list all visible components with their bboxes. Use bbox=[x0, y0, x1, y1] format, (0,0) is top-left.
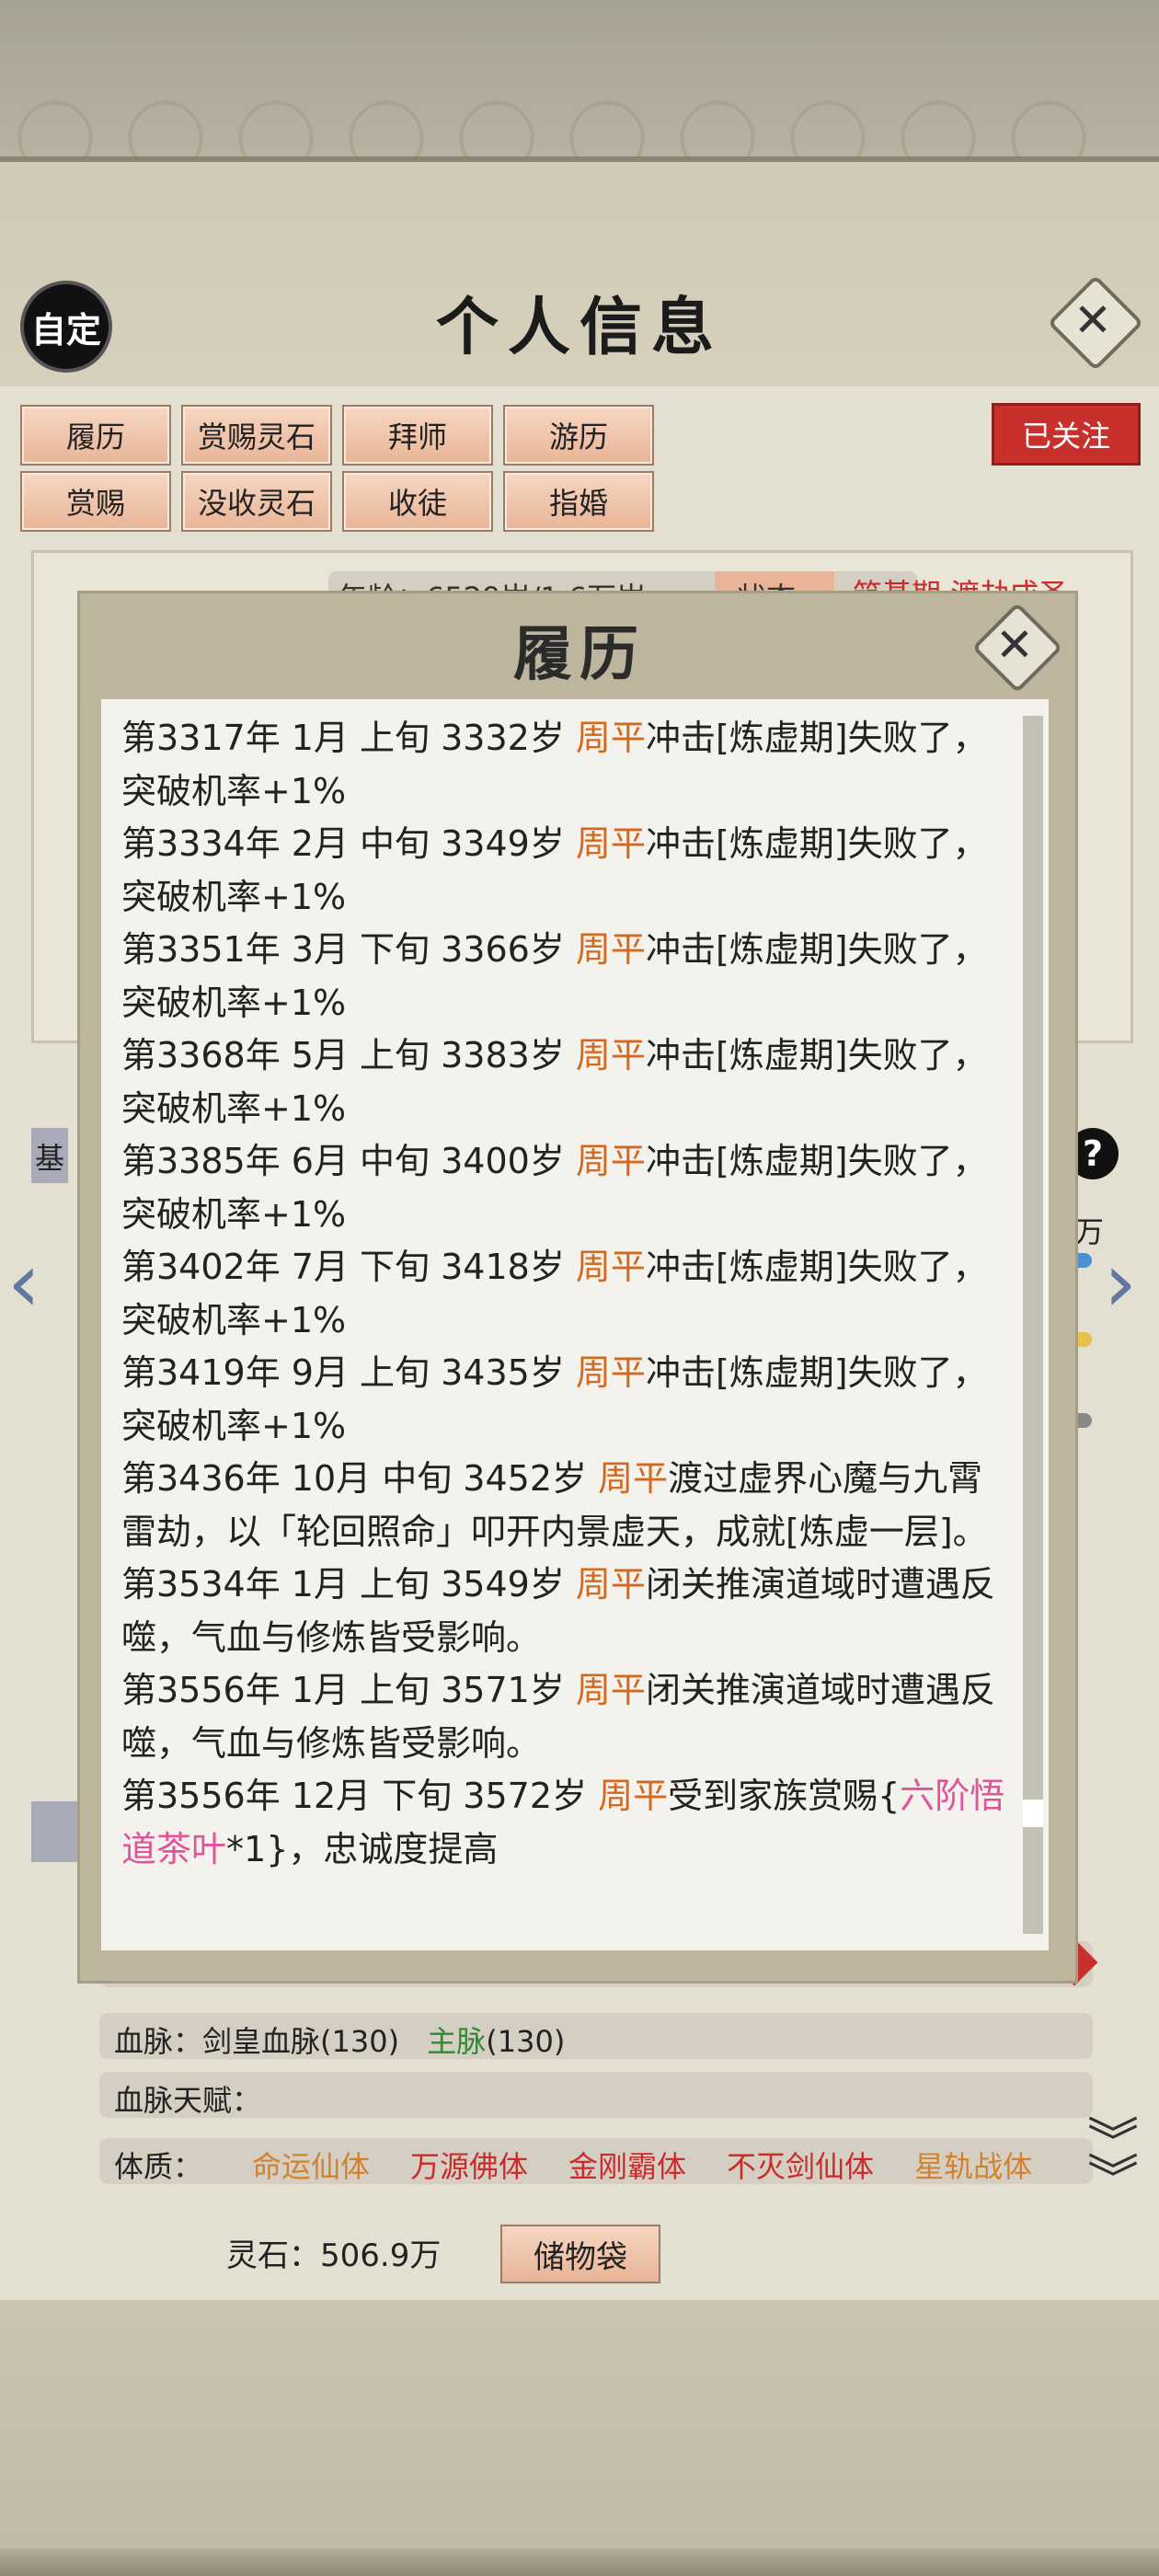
physique-row: 体质： 命运仙体 万源佛体 金刚霸体 不灭剑仙体 星轨战体 bbox=[99, 2138, 1093, 2184]
log-character-name: 周平 bbox=[575, 1141, 646, 1181]
page-title: 个人信息 bbox=[435, 291, 723, 364]
modal-title: 履历 bbox=[513, 620, 646, 689]
tab-history[interactable]: 履历 bbox=[20, 405, 171, 466]
log-entry: 第3334年 2月 中旬 3349岁 周平冲击[炼虚期]失败了，突破机率+1% bbox=[121, 818, 1014, 924]
tab-reward-stones[interactable]: 赏赐灵石 bbox=[181, 405, 332, 466]
tab-apprentice-master[interactable]: 拜师 bbox=[342, 405, 493, 466]
scrollbar-thumb[interactable] bbox=[1023, 1800, 1043, 1827]
log-character-name: 周平 bbox=[575, 929, 646, 970]
close-icon: ✕ bbox=[1073, 293, 1112, 347]
log-character-name: 周平 bbox=[575, 1035, 646, 1075]
log-character-name: 周平 bbox=[575, 1352, 646, 1393]
spirit-stone-amount: 灵石：506.9万 bbox=[226, 2237, 442, 2274]
modal-close-button[interactable]: ✕ bbox=[971, 602, 1063, 694]
tab-travel[interactable]: 游历 bbox=[503, 405, 654, 466]
physique-label: 体质： bbox=[114, 2149, 203, 2184]
physique-item[interactable]: 不灭剑仙体 bbox=[727, 2149, 874, 2184]
log-entry: 第3351年 3月 下旬 3366岁 周平冲击[炼虚期]失败了，突破机率+1% bbox=[121, 924, 1014, 1029]
log-character-name: 周平 bbox=[575, 718, 646, 758]
log-character-name: 周平 bbox=[575, 823, 646, 864]
log-date: 第3419年 9月 上旬 3435岁 bbox=[121, 1352, 576, 1393]
tab-take-disciple[interactable]: 收徒 bbox=[342, 471, 493, 532]
basic-tab-partial[interactable]: 基 bbox=[31, 1128, 68, 1183]
bloodline-label: 血脉：剑皇血脉(130) 主脉(130) bbox=[114, 2024, 566, 2059]
modal-close-icon: ✕ bbox=[995, 618, 1034, 672]
log-entry: 第3419年 9月 上旬 3435岁 周平冲击[炼虚期]失败了，突破机率+1% bbox=[121, 1347, 1014, 1453]
bottom-area bbox=[0, 2300, 1159, 2576]
log-list: 第3317年 1月 上旬 3332岁 周平冲击[炼虚期]失败了，突破机率+1% 第… bbox=[121, 712, 1014, 1876]
bloodline-talent-label: 血脉天赋： bbox=[114, 2083, 262, 2118]
log-entry: 第3317年 1月 上旬 3332岁 周平冲击[炼虚期]失败了，突破机率+1% bbox=[121, 712, 1014, 818]
tab-confiscate-stones[interactable]: 没收灵石 bbox=[181, 471, 332, 532]
wan-text: 万 bbox=[1074, 1214, 1105, 1249]
physique-item[interactable]: 万源佛体 bbox=[410, 2149, 528, 2184]
log-entry: 第3556年 12月 下旬 3572岁 周平受到家族赏赐{六阶悟道茶叶*1}，忠… bbox=[121, 1770, 1014, 1876]
log-character-name: 周平 bbox=[575, 1564, 646, 1604]
custom-button[interactable]: 自定 bbox=[20, 281, 112, 373]
tab-arrange-marriage[interactable]: 指婚 bbox=[503, 471, 654, 532]
log-entry: 第3556年 1月 上旬 3571岁 周平闭关推演道域时遭遇反噬，气血与修炼皆受… bbox=[121, 1664, 1014, 1770]
physique-item[interactable]: 命运仙体 bbox=[252, 2149, 370, 2184]
bloodline-row: 血脉：剑皇血脉(130) 主脉(130) bbox=[99, 2013, 1093, 2059]
log-date: 第3402年 7月 下旬 3418岁 bbox=[121, 1247, 576, 1287]
prev-arrow-icon[interactable]: ‹ bbox=[7, 1242, 53, 1325]
close-button[interactable]: ✕ bbox=[1047, 274, 1144, 372]
log-date: 第3534年 1月 上旬 3549岁 bbox=[121, 1564, 576, 1604]
history-log[interactable]: 第3317年 1月 上旬 3332岁 周平冲击[炼虚期]失败了，突破机率+1% 第… bbox=[101, 699, 1049, 1950]
physique-item[interactable]: 金刚霸体 bbox=[568, 2149, 686, 2184]
physique-list: 命运仙体 万源佛体 金刚霸体 不灭剑仙体 星轨战体 bbox=[252, 2144, 1073, 2184]
log-character-name: 周平 bbox=[598, 1776, 669, 1816]
log-character-name: 周平 bbox=[598, 1458, 669, 1499]
log-date: 第3334年 2月 中旬 3349岁 bbox=[121, 823, 576, 864]
log-date: 第3368年 5月 上旬 3383岁 bbox=[121, 1035, 576, 1075]
log-character-name: 周平 bbox=[575, 1247, 646, 1287]
next-arrow-icon[interactable]: › bbox=[1104, 1242, 1150, 1325]
physique-item[interactable]: 星轨战体 bbox=[914, 2149, 1032, 2184]
follow-button[interactable]: 已关注 bbox=[992, 403, 1141, 466]
log-date: 第3436年 10月 中旬 3452岁 bbox=[121, 1458, 599, 1499]
log-date: 第3317年 1月 上旬 3332岁 bbox=[121, 718, 576, 758]
log-entry: 第3436年 10月 中旬 3452岁 周平渡过虚界心魔与九霄雷劫，以「轮回照命… bbox=[121, 1453, 1014, 1558]
storage-bag-button[interactable]: 储物袋 bbox=[500, 2225, 660, 2283]
log-entry: 第3368年 5月 上旬 3383岁 周平冲击[炼虚期]失败了，突破机率+1% bbox=[121, 1029, 1014, 1135]
main-vein-label: 主脉 bbox=[427, 2024, 487, 2059]
log-entry: 第3534年 1月 上旬 3549岁 周平闭关推演道域时遭遇反噬，气血与修炼皆受… bbox=[121, 1558, 1014, 1664]
expand-chevron-icon[interactable]: ︾ ︾ bbox=[1085, 2118, 1141, 2208]
log-date: 第3385年 6月 中旬 3400岁 bbox=[121, 1141, 576, 1181]
scrollbar[interactable] bbox=[1023, 716, 1043, 1934]
log-entry: 第3402年 7月 下旬 3418岁 周平冲击[炼虚期]失败了，突破机率+1% bbox=[121, 1241, 1014, 1347]
log-date: 第3351年 3月 下旬 3366岁 bbox=[121, 929, 576, 970]
tab-reward[interactable]: 赏赐 bbox=[20, 471, 171, 532]
bottom-edge bbox=[0, 2548, 1159, 2576]
log-event: 受到家族赏赐{ bbox=[668, 1776, 901, 1816]
log-date: 第3556年 12月 下旬 3572岁 bbox=[121, 1776, 599, 1816]
basic-tab-label: 基 bbox=[35, 1141, 65, 1176]
log-entry: 第3385年 6月 中旬 3400岁 周平冲击[炼虚期]失败了，突破机率+1% bbox=[121, 1135, 1014, 1241]
log-date: 第3556年 1月 上旬 3571岁 bbox=[121, 1670, 576, 1710]
background-wave bbox=[0, 0, 1159, 166]
bloodline-talent-row: 血脉天赋： bbox=[99, 2072, 1093, 2118]
log-event-tail: *1}，忠诚度提高 bbox=[226, 1828, 499, 1869]
log-character-name: 周平 bbox=[575, 1670, 646, 1710]
